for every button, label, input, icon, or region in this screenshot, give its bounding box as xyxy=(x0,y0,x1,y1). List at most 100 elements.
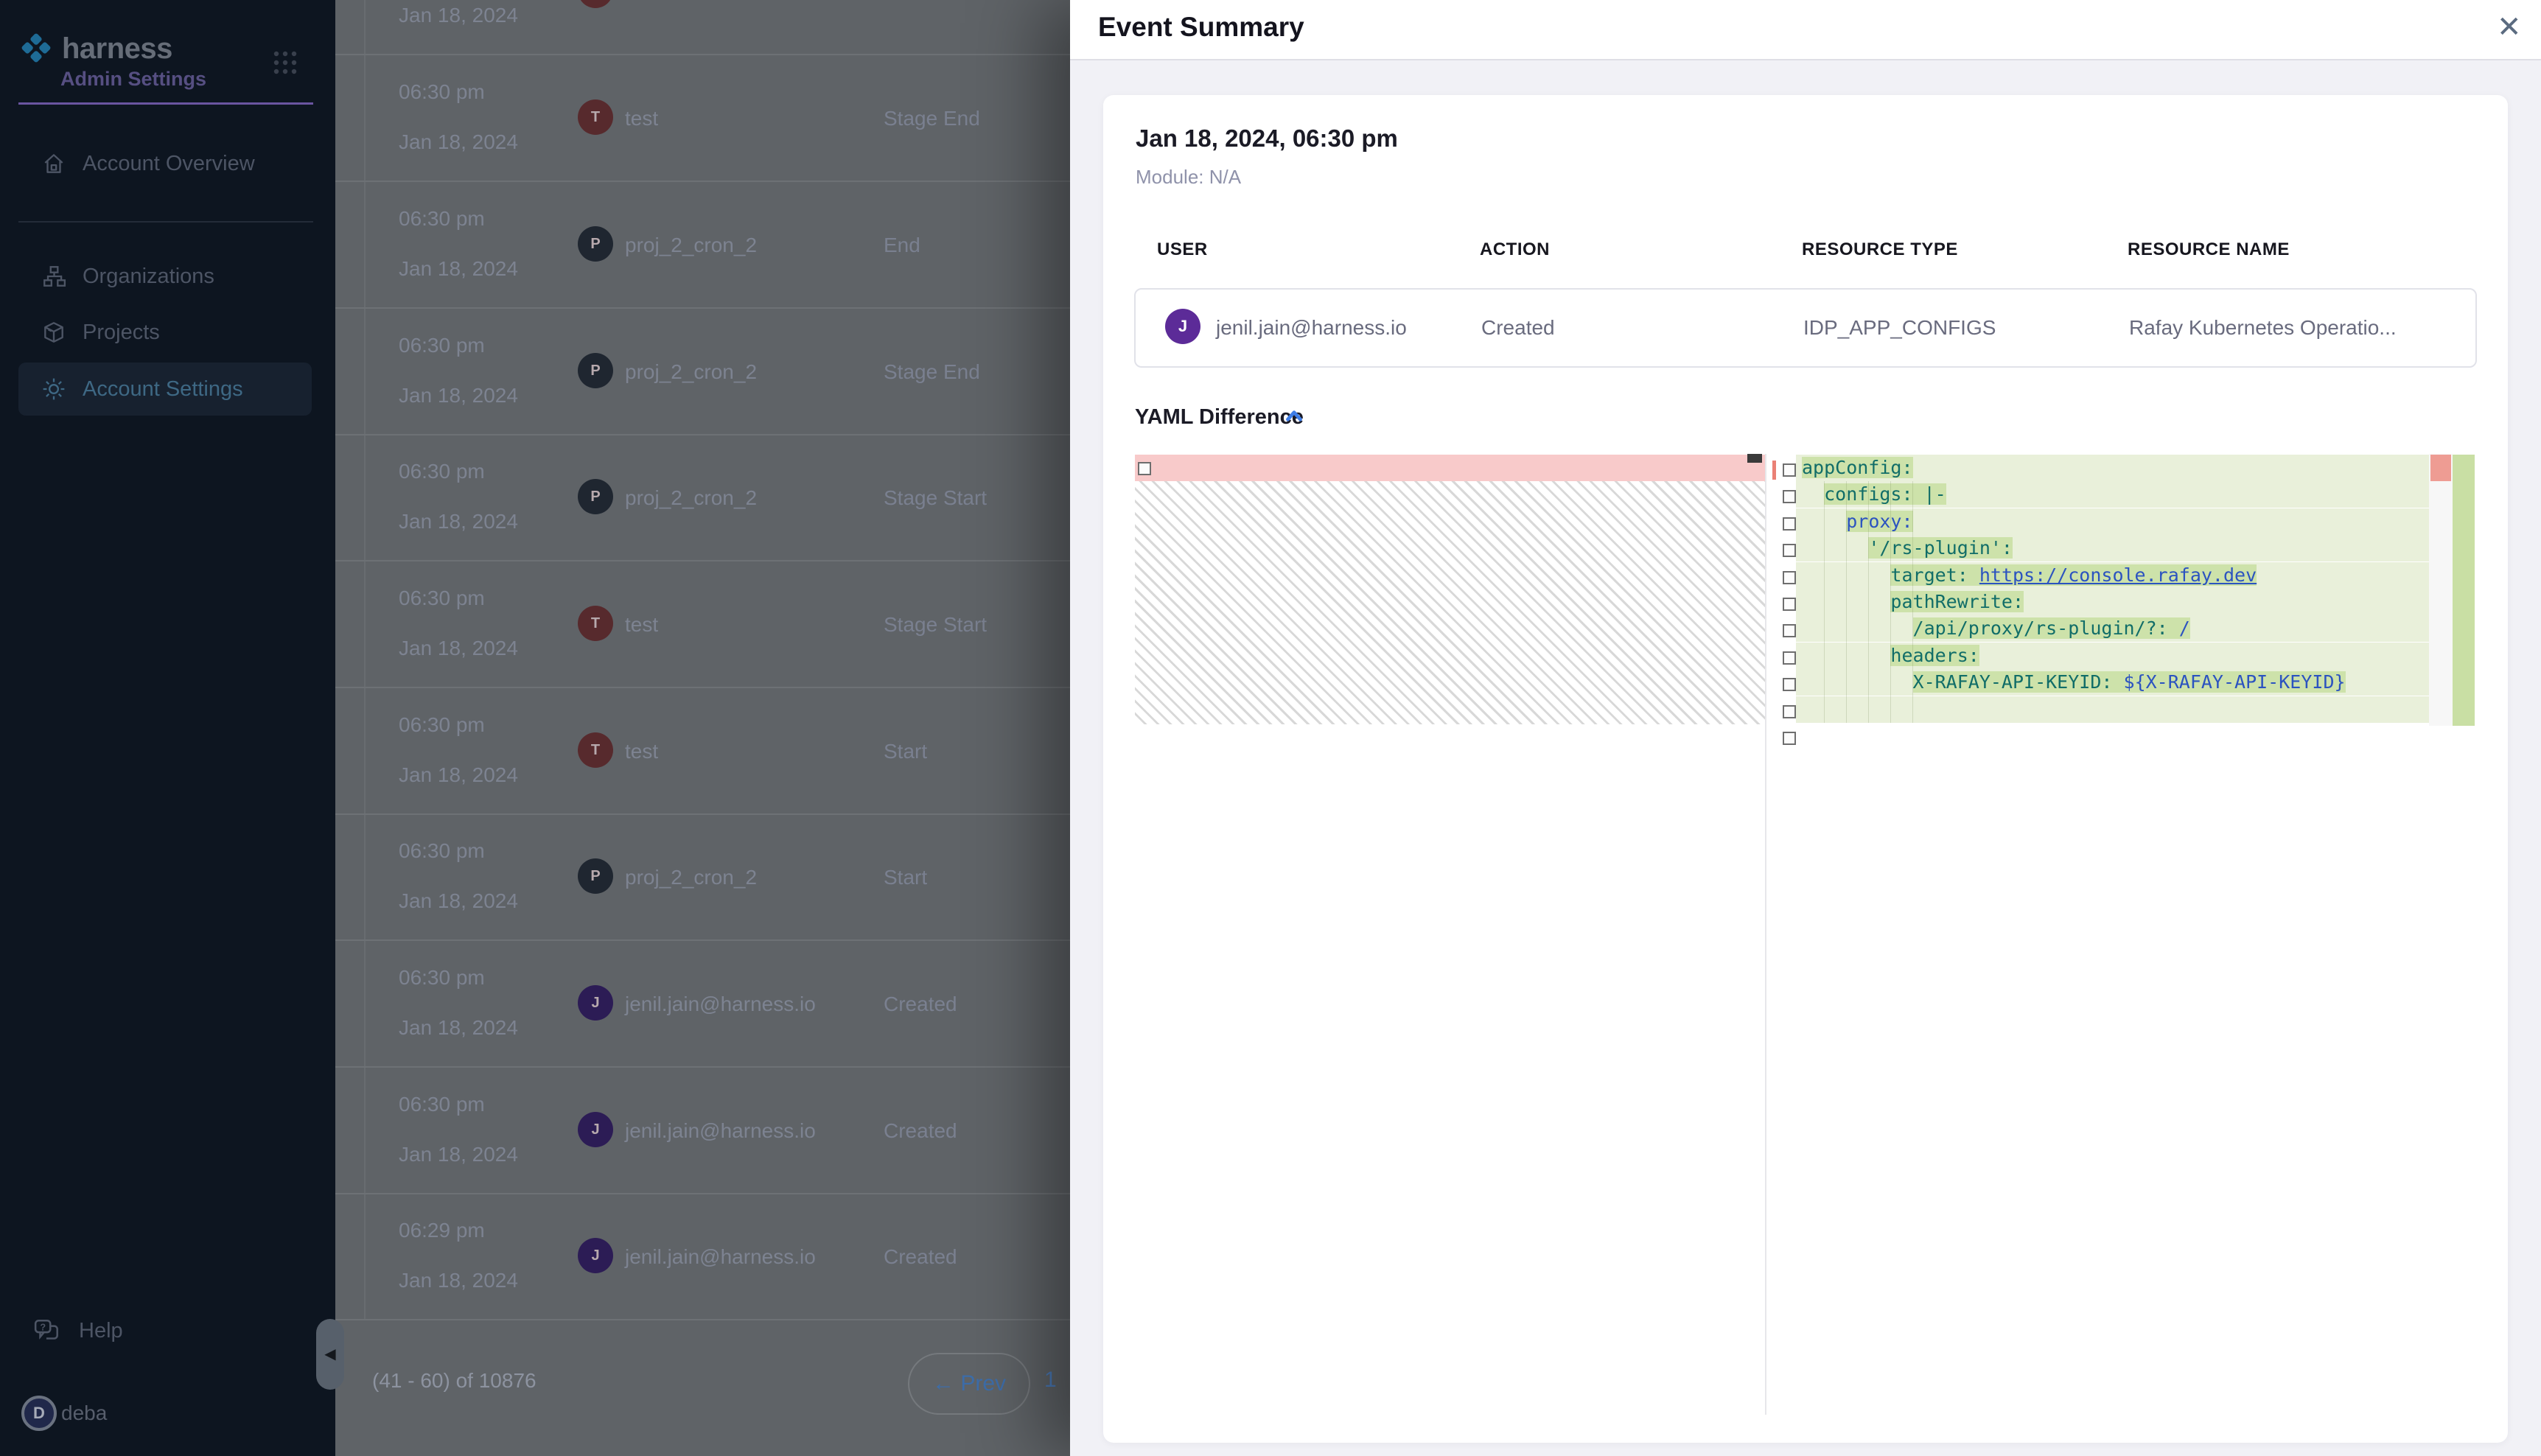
event-datetime: Jan 18, 2024, 06:30 pm xyxy=(1136,125,1398,153)
row-time: 06:30 pm xyxy=(399,1093,485,1116)
row-date: Jan 18, 2024 xyxy=(399,130,518,154)
row-action: End xyxy=(884,234,920,257)
row-action: Created xyxy=(884,1245,957,1269)
event-resource-type: IDP_APP_CONFIGS xyxy=(1803,316,1996,340)
sidebar-item-account-settings[interactable]: Account Settings xyxy=(18,363,312,416)
table-row[interactable]: 06:30 pmJan 18, 2024TtestStart xyxy=(335,687,1070,815)
row-time: 06:30 pm xyxy=(399,587,485,610)
diff-gutter-checkbox[interactable] xyxy=(1783,732,1796,745)
event-action: Created xyxy=(1481,316,1555,340)
diff-gutter-checkbox[interactable] xyxy=(1138,462,1151,475)
row-action: Stage Start xyxy=(884,486,987,510)
sidebar-item-organizations[interactable]: Organizations xyxy=(18,250,312,303)
diff-gutter-checkbox[interactable] xyxy=(1783,624,1796,637)
sidebar-item-projects[interactable]: Projects xyxy=(18,306,312,359)
sidebar-item-account-overview[interactable]: Account Overview xyxy=(18,137,312,190)
row-user: jenil.jain@harness.io xyxy=(625,1119,816,1143)
event-summary-drawer: Event Summary ✕ Jan 18, 2024, 06:30 pm M… xyxy=(1070,0,2541,1456)
admin-settings-subtitle: Admin Settings xyxy=(60,68,206,91)
row-date: Jan 18, 2024 xyxy=(399,257,518,281)
app-grid-icon[interactable] xyxy=(271,49,299,80)
page-number-button[interactable]: 1 xyxy=(1044,1368,1057,1393)
table-row[interactable]: 06:30 pmJan 18, 2024Jjenil.jain@harness.… xyxy=(335,939,1070,1068)
row-user: proj_2_cron_2 xyxy=(625,486,757,510)
table-row[interactable]: 06:29 pmJan 18, 2024Jjenil.jain@harness.… xyxy=(335,1192,1070,1320)
indent-guide xyxy=(1890,481,1891,723)
table-row[interactable]: 06:30 pmJan 18, 2024TtestStage End xyxy=(335,54,1070,182)
avatar: P xyxy=(578,479,613,514)
drawer-header: Event Summary ✕ xyxy=(1070,0,2541,60)
row-time: 06:30 pm xyxy=(399,966,485,990)
event-summary-card: Jan 18, 2024, 06:30 pm Module: N/A USER … xyxy=(1103,95,2508,1443)
row-date: Jan 18, 2024 xyxy=(399,763,518,787)
sidebar-item-label: Account Settings xyxy=(83,377,243,402)
row-date: Jan 18, 2024 xyxy=(399,1269,518,1292)
diff-pane-separator xyxy=(1765,454,1766,1415)
diff-gutter-checkbox[interactable] xyxy=(1783,463,1796,477)
sidebar: harness Admin Settings Account Overview O… xyxy=(0,0,335,1456)
indent-guide xyxy=(1868,481,1869,723)
event-user: jenil.jain@harness.io xyxy=(1216,316,1407,340)
overview-ruler-removed-marker xyxy=(2430,455,2451,481)
avatar: T xyxy=(578,606,613,641)
row-user: test xyxy=(625,107,658,130)
page: harness Admin Settings Account Overview O… xyxy=(0,0,2541,1456)
diff-gutter-checkbox[interactable] xyxy=(1783,678,1796,691)
table-row[interactable]: Jan 18, 2024TtestEnd xyxy=(335,0,1070,55)
row-action: Stage End xyxy=(884,107,980,130)
diff-gutter-checkbox[interactable] xyxy=(1783,544,1796,557)
diff-gutter-checkbox[interactable] xyxy=(1783,598,1796,611)
table-row[interactable]: 06:30 pmJan 18, 2024Jjenil.jain@harness.… xyxy=(335,1066,1070,1194)
row-date: Jan 18, 2024 xyxy=(399,1016,518,1040)
event-module: Module: N/A xyxy=(1136,166,1241,189)
logo-text: harness xyxy=(62,32,172,66)
diff-gutter-checkbox[interactable] xyxy=(1783,651,1796,665)
audit-trail-table: Jan 18, 2024TtestEnd06:30 pmJan 18, 2024… xyxy=(335,0,1070,1456)
table-row[interactable]: 06:30 pmJan 18, 2024TtestStage Start xyxy=(335,560,1070,688)
table-row[interactable]: 06:30 pm Jan 18, 2024 Pproj_2_cron_2 End xyxy=(335,181,1070,309)
pagination-range: (41 - 60) of 10876 xyxy=(372,1369,536,1393)
diff-gutter-checkbox[interactable] xyxy=(1783,490,1796,503)
row-action: End xyxy=(884,0,920,4)
column-header-resource-type: RESOURCE TYPE xyxy=(1802,239,1958,260)
harness-logo-icon xyxy=(19,31,53,69)
left-scrollbar-thumb[interactable] xyxy=(1747,454,1762,463)
sidebar-collapse-handle[interactable]: ◀ xyxy=(316,1319,344,1390)
row-user: proj_2_cron_2 xyxy=(625,866,757,889)
prev-button[interactable]: ← Prev xyxy=(908,1353,1030,1415)
event-row[interactable]: J jenil.jain@harness.io Created IDP_APP_… xyxy=(1134,288,2477,368)
yaml-diff-editor[interactable]: appConfig: configs: |- proxy: '/rs-plugi… xyxy=(1135,454,2476,1415)
drawer-title: Event Summary xyxy=(1098,12,1304,43)
column-header-user: USER xyxy=(1157,239,1208,260)
diff-gutter-checkbox[interactable] xyxy=(1783,705,1796,718)
avatar: P xyxy=(578,226,613,262)
table-row[interactable]: 06:30 pmJan 18, 2024Pproj_2_cron_2Start xyxy=(335,813,1070,941)
chevron-up-icon[interactable] xyxy=(1282,405,1306,428)
row-time: 06:30 pm xyxy=(399,80,485,104)
table-row[interactable]: 06:30 pmJan 18, 2024Pproj_2_cron_2Stage … xyxy=(335,433,1070,561)
table-row[interactable]: 06:30 pmJan 18, 2024Pproj_2_cron_2Stage … xyxy=(335,307,1070,435)
sidebar-item-label: Organizations xyxy=(83,265,214,289)
row-action: Stage Start xyxy=(884,613,987,637)
row-user: proj_2_cron_2 xyxy=(625,234,757,257)
row-user: test xyxy=(625,740,658,763)
diff-code-line: appConfig: xyxy=(1796,455,2429,481)
avatar: P xyxy=(578,858,613,894)
avatar: J xyxy=(1165,309,1200,344)
org-icon xyxy=(41,264,66,289)
avatar: J xyxy=(578,1238,613,1273)
diff-gutter-checkbox[interactable] xyxy=(1783,571,1796,584)
avatar: D xyxy=(21,1396,57,1431)
row-time: 06:30 pm xyxy=(399,460,485,483)
diff-gutter-checkbox[interactable] xyxy=(1783,517,1796,531)
avatar: P xyxy=(578,353,613,388)
row-action: Stage End xyxy=(884,360,980,384)
row-time: 06:30 pm xyxy=(399,207,485,231)
help-label: Help xyxy=(79,1319,123,1343)
sidebar-item-label: Account Overview xyxy=(83,152,255,176)
indent-guide xyxy=(1912,481,1913,723)
indent-guide xyxy=(1846,481,1847,723)
row-user: test xyxy=(625,0,658,4)
close-icon[interactable]: ✕ xyxy=(2497,10,2522,44)
row-user: jenil.jain@harness.io xyxy=(625,993,816,1016)
